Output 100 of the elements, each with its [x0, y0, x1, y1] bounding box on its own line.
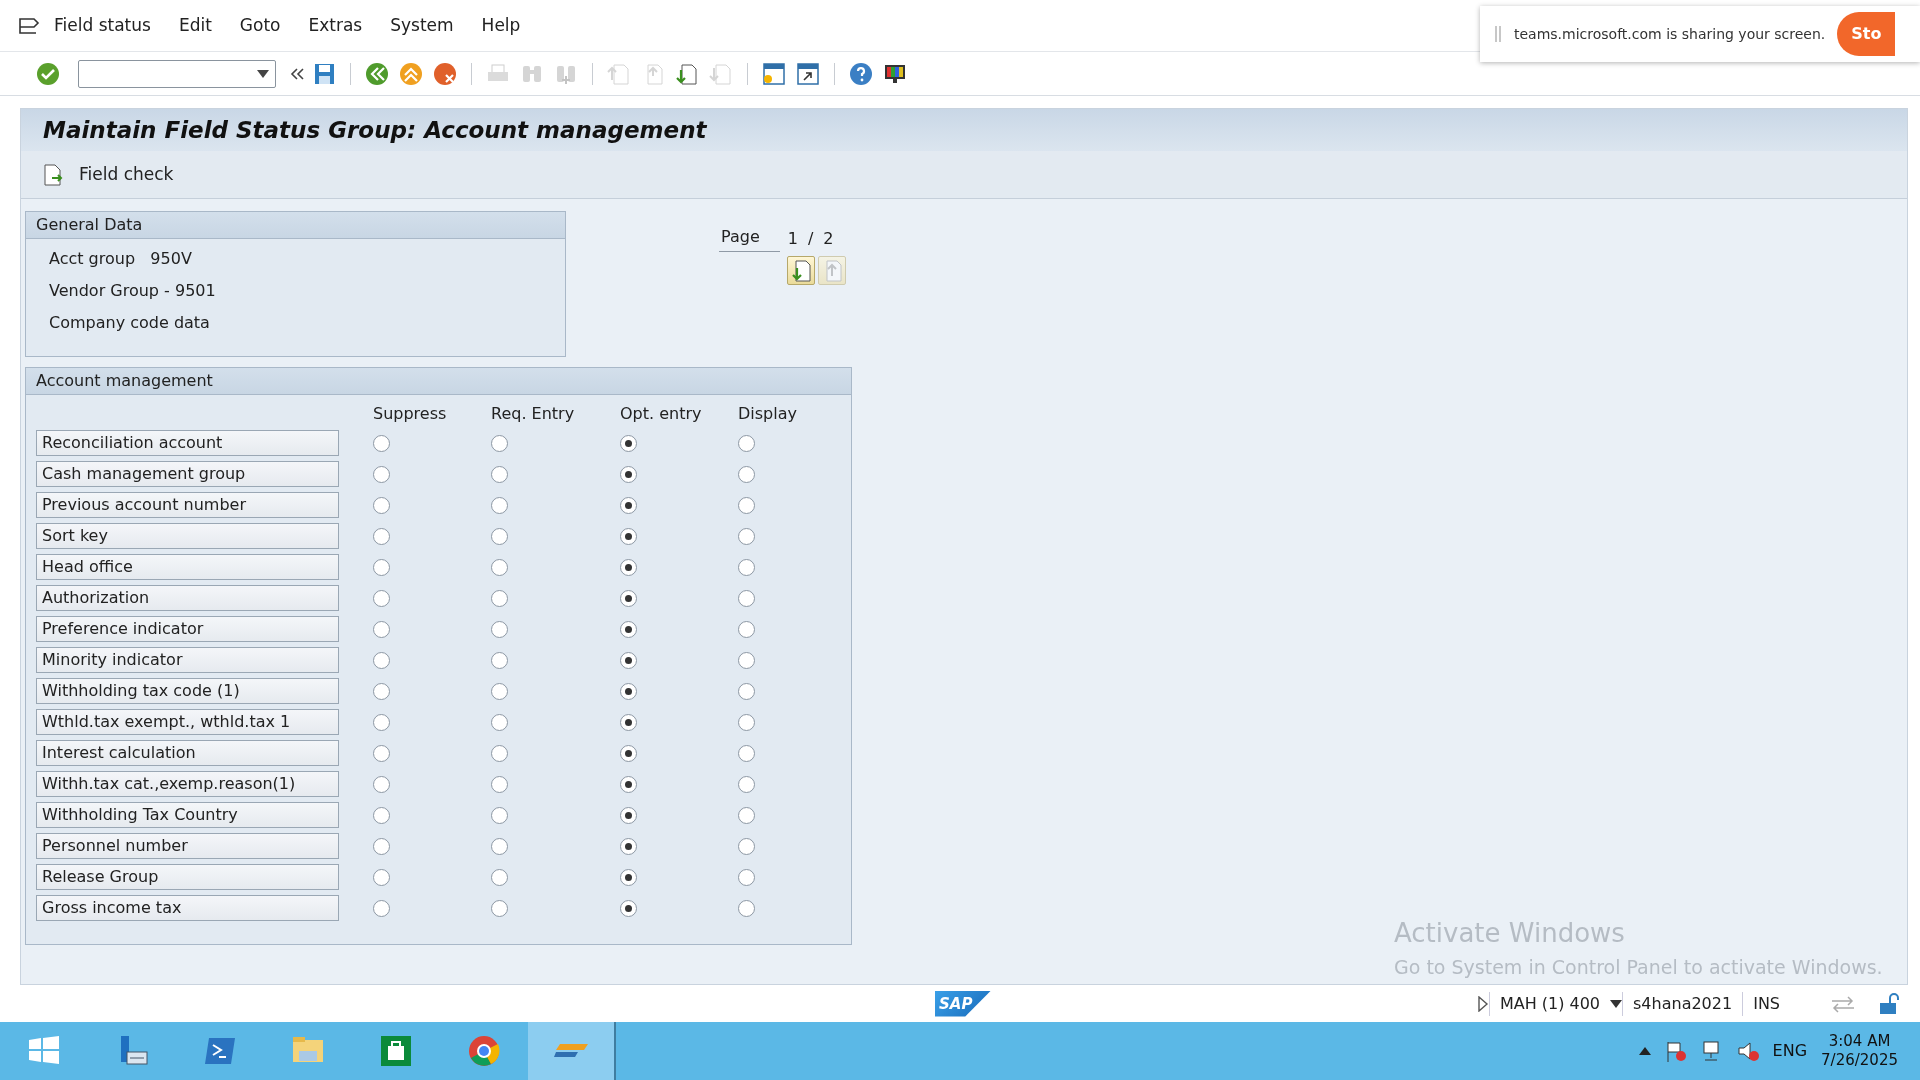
radio-button[interactable] [373, 589, 390, 607]
field-check-button[interactable]: Field check [39, 159, 178, 190]
menu-item[interactable]: Edit [164, 8, 226, 43]
radio-button[interactable] [738, 558, 755, 576]
radio-button[interactable] [620, 434, 637, 452]
radio-button[interactable] [620, 806, 637, 824]
radio-button[interactable] [738, 775, 755, 793]
radio-button[interactable] [620, 527, 637, 545]
radio-button[interactable] [738, 434, 755, 452]
radio-button[interactable] [620, 744, 637, 762]
radio-button[interactable] [491, 434, 508, 452]
radio-button[interactable] [620, 465, 637, 483]
radio-button[interactable] [491, 465, 508, 483]
radio-button[interactable] [491, 868, 508, 886]
radio-button[interactable] [738, 589, 755, 607]
padlock-icon[interactable] [1878, 992, 1900, 1015]
radio-button[interactable] [738, 651, 755, 669]
radio-button[interactable] [620, 620, 637, 638]
radio-button[interactable] [738, 744, 755, 762]
radio-button[interactable] [373, 775, 390, 793]
radio-button[interactable] [620, 713, 637, 731]
page-up-icon [607, 61, 631, 86]
radio-button[interactable] [373, 465, 390, 483]
radio-button[interactable] [738, 899, 755, 917]
radio-button[interactable] [738, 620, 755, 638]
radio-button[interactable] [373, 651, 390, 669]
radio-button[interactable] [373, 496, 390, 514]
radio-button[interactable] [491, 558, 508, 576]
radio-button[interactable] [373, 558, 390, 576]
clock-time: 3:04 AM [1828, 1031, 1891, 1051]
radio-button[interactable] [620, 837, 637, 855]
radio-button[interactable] [620, 589, 637, 607]
radio-button[interactable] [373, 434, 390, 452]
radio-button[interactable] [491, 620, 508, 638]
radio-button[interactable] [620, 496, 637, 514]
command-field[interactable] [78, 59, 276, 88]
flag-icon[interactable] [1664, 1040, 1687, 1062]
menu-item[interactable]: System [376, 8, 468, 43]
radio-button[interactable] [738, 682, 755, 700]
dropdown-icon[interactable] [1610, 999, 1623, 1008]
language-indicator[interactable]: ENG [1772, 1039, 1808, 1063]
radio-button[interactable] [738, 496, 755, 514]
sap-logon-taskbar-button[interactable] [528, 1022, 616, 1080]
radio-button[interactable] [491, 806, 508, 824]
radio-button[interactable] [491, 651, 508, 669]
radio-button[interactable] [491, 682, 508, 700]
radio-button[interactable] [373, 868, 390, 886]
radio-button[interactable] [491, 899, 508, 917]
radio-button[interactable] [373, 806, 390, 824]
input-mode: INS [1742, 991, 1790, 1016]
radio-button[interactable] [373, 744, 390, 762]
radio-button[interactable] [373, 620, 390, 638]
radio-button[interactable] [491, 837, 508, 855]
field-label: Release Group [36, 864, 339, 890]
radio-button[interactable] [620, 868, 637, 886]
system-info: MAH (1) 400 [1488, 991, 1611, 1016]
collapse-icon[interactable] [290, 66, 304, 81]
radio-button[interactable] [373, 899, 390, 917]
radio-button[interactable] [373, 713, 390, 731]
chevron-up-icon[interactable] [1638, 1047, 1651, 1055]
radio-button[interactable] [491, 744, 508, 762]
menu-item[interactable]: Goto [225, 8, 295, 43]
store-icon [379, 1034, 413, 1068]
radio-button[interactable] [373, 527, 390, 545]
radio-button[interactable] [491, 527, 508, 545]
radio-button[interactable] [491, 496, 508, 514]
radio-button[interactable] [491, 589, 508, 607]
field-label: Cash management group [36, 461, 339, 487]
radio-button[interactable] [491, 775, 508, 793]
radio-button[interactable] [620, 899, 637, 917]
radio-button[interactable] [738, 837, 755, 855]
speaker-icon[interactable] [1736, 1040, 1759, 1062]
field-label: Gross income tax [36, 895, 339, 921]
menu-icon [18, 15, 40, 36]
radio-button[interactable] [620, 682, 637, 700]
radio-button[interactable] [373, 682, 390, 700]
radio-button[interactable] [620, 775, 637, 793]
radio-button[interactable] [620, 651, 637, 669]
menu-item[interactable]: Extras [294, 8, 377, 43]
radio-button[interactable] [738, 868, 755, 886]
panel-header: General Data [26, 212, 565, 239]
info-text: Acct group 950V [49, 248, 193, 270]
dropdown-icon[interactable] [257, 69, 269, 78]
help-icon [849, 61, 873, 86]
radio-button[interactable] [738, 527, 755, 545]
panel-header: Account management [26, 368, 851, 395]
transfer-icon[interactable] [1830, 994, 1856, 1013]
menu-item[interactable]: Field status [40, 8, 165, 43]
field-label: Personnel number [36, 833, 339, 859]
radio-button[interactable] [738, 465, 755, 483]
radio-button[interactable] [620, 558, 637, 576]
cancel-icon [433, 61, 457, 86]
radio-button[interactable] [491, 713, 508, 731]
radio-button[interactable] [738, 806, 755, 824]
next-page-button[interactable] [787, 256, 815, 285]
drag-handle-icon[interactable] [1494, 26, 1502, 42]
radio-button[interactable] [373, 837, 390, 855]
radio-button[interactable] [738, 713, 755, 731]
menu-item[interactable]: Help [467, 8, 535, 43]
expand-icon[interactable] [1476, 995, 1489, 1012]
